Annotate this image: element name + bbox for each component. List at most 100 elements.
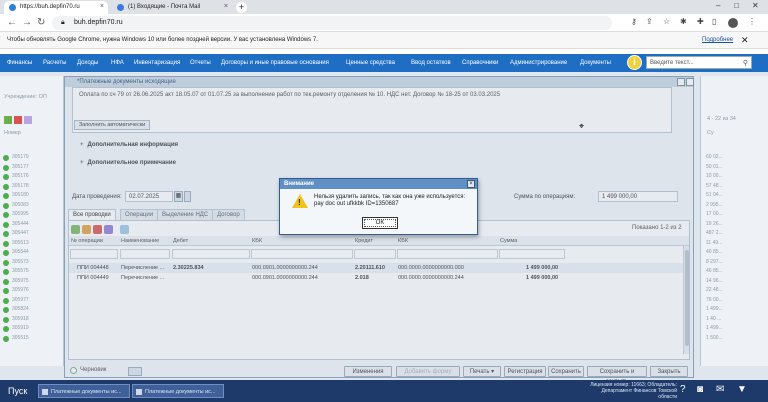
start-button[interactable]: Пуск xyxy=(2,382,34,400)
list-item[interactable]: 60 02... xyxy=(706,154,723,162)
list-item[interactable]: 76 00... xyxy=(706,297,723,305)
task-label: Платежные документы ис... xyxy=(51,389,122,395)
info-icon[interactable]: i xyxy=(627,55,642,70)
camera-icon[interactable]: ◙ xyxy=(697,384,703,395)
list-item[interactable]: 57 48... xyxy=(706,183,723,191)
window-icon xyxy=(42,389,48,395)
add-icon[interactable] xyxy=(4,116,12,124)
list-item[interactable]: 305178 xyxy=(3,183,61,191)
list-item[interactable]: 305575 xyxy=(3,268,61,276)
list-item[interactable]: 305177 xyxy=(3,164,61,172)
maximize-button[interactable]: □ xyxy=(734,1,739,10)
menu-item-income[interactable]: Доходы xyxy=(77,60,98,66)
list-item[interactable]: 487 2... xyxy=(706,230,723,238)
extension-icon[interactable]: ✱ xyxy=(680,17,687,26)
profile-avatar-icon[interactable] xyxy=(728,18,738,28)
menu-item-valuables[interactable]: Ценные средства xyxy=(346,60,395,66)
list-item[interactable]: 51 04... xyxy=(706,192,723,200)
list-item[interactable]: 305515 xyxy=(3,335,61,343)
menu-item-calc[interactable]: Расчеты xyxy=(43,60,66,66)
new-tab-button[interactable]: + xyxy=(236,2,247,13)
list-item[interactable]: 1 40 ... xyxy=(706,316,721,324)
alert-title: Внимание xyxy=(280,179,477,189)
star-icon[interactable]: ☆ xyxy=(663,17,670,26)
menu-kebab-icon[interactable]: ⋮ xyxy=(748,17,756,26)
close-tab-icon[interactable]: × xyxy=(100,3,104,10)
list-item[interactable]: 305918 xyxy=(3,316,61,324)
list-item[interactable]: 1 499... xyxy=(706,306,723,314)
list-item[interactable]: 305444 xyxy=(3,221,61,229)
close-tab-icon[interactable]: × xyxy=(224,3,228,10)
menu-item-reports[interactable]: Отчеты xyxy=(190,60,211,66)
menu-item-nfa[interactable]: НФА xyxy=(111,60,124,66)
warning-exclamation: ! xyxy=(298,198,301,207)
close-window-button[interactable]: ✕ xyxy=(752,1,759,10)
list-item[interactable]: 11 49... xyxy=(706,240,722,248)
list-item[interactable]: 46 85... xyxy=(706,268,723,276)
list-item[interactable]: 305975 xyxy=(3,278,61,286)
list-item[interactable]: 305919 xyxy=(3,325,61,333)
list-item[interactable]: 17 00... xyxy=(706,211,723,219)
status-check-icon xyxy=(3,183,9,190)
menu-item-contracts[interactable]: Договоры и иные правовые основания xyxy=(221,60,329,66)
taskbar-item[interactable]: Платежные документы ис... xyxy=(132,384,224,398)
menu-item-admin[interactable]: Администрирование xyxy=(510,60,567,66)
list-item[interactable]: 1 499... xyxy=(706,325,723,333)
list-item[interactable]: 305447 xyxy=(3,230,61,238)
status-check-icon xyxy=(3,250,9,256)
forward-icon[interactable]: → xyxy=(22,17,32,28)
list-item[interactable]: 305977 xyxy=(3,297,61,305)
alert-close-icon[interactable]: × xyxy=(467,180,475,188)
list-item[interactable]: 14 96... xyxy=(706,278,723,286)
browser-tab-mail[interactable]: (1) Входящие - Почта Mail × xyxy=(112,1,232,14)
reload-icon[interactable]: ↻ xyxy=(37,17,45,28)
list-item[interactable]: 50 01... xyxy=(706,164,723,172)
list-item[interactable]: 305176 xyxy=(3,173,61,181)
copy-icon[interactable] xyxy=(24,116,32,124)
list-item[interactable]: 8 297... xyxy=(706,259,723,267)
list-item[interactable]: 305995 xyxy=(3,211,61,219)
search-icon[interactable]: ⚲ xyxy=(743,59,748,67)
delete-icon[interactable] xyxy=(14,116,22,124)
mail-favicon-icon xyxy=(117,4,124,11)
address-bar[interactable]: 🔒︎ buh.depfin70.ru xyxy=(52,16,612,30)
list-item[interactable]: 305976 xyxy=(3,287,61,295)
menu-search-input[interactable]: Введите текст... ⚲ xyxy=(646,56,752,69)
tab-label: https://buh.depfin70.ru xyxy=(20,4,80,10)
share-icon[interactable]: ⇪ xyxy=(646,17,653,26)
list-item[interactable]: 305083 xyxy=(3,202,61,210)
sidepanel-icon[interactable]: ▯ xyxy=(712,17,716,26)
more-info-link[interactable]: Подробнее xyxy=(702,37,733,43)
list-item[interactable]: 22 48... xyxy=(706,287,723,295)
status-check-icon xyxy=(3,307,9,313)
status-check-icon xyxy=(3,193,9,199)
menu-item-references[interactable]: Справочники xyxy=(462,60,498,66)
list-item[interactable]: 1 500... xyxy=(706,335,723,343)
taskbar-item[interactable]: Платежные документы ис... xyxy=(38,384,130,398)
menu-item-inventory[interactable]: Инвентаризация xyxy=(134,60,180,66)
close-infobar-icon[interactable]: ✕ xyxy=(741,35,749,46)
key-icon[interactable]: ⚷ xyxy=(631,17,637,26)
ok-button[interactable]: OK xyxy=(362,217,398,229)
mail-icon[interactable]: ✉ xyxy=(716,384,724,395)
back-icon[interactable]: ← xyxy=(7,17,17,28)
minimize-button[interactable]: – xyxy=(716,1,720,10)
collapse-icon[interactable]: ▼ xyxy=(737,384,747,395)
status-check-icon xyxy=(3,164,9,171)
list-item[interactable]: 305513 xyxy=(3,240,61,248)
help-icon[interactable]: ? xyxy=(680,384,686,395)
menu-item-finance[interactable]: Финансы xyxy=(7,60,32,66)
list-item[interactable]: 305544 xyxy=(3,249,61,257)
list-item[interactable]: 305573 xyxy=(3,259,61,267)
list-item[interactable]: 305824 xyxy=(3,306,61,314)
list-item[interactable]: 19 26... xyxy=(706,221,723,229)
list-item[interactable]: 10 00... xyxy=(706,173,723,181)
list-item[interactable]: 305180 xyxy=(3,192,61,200)
list-item[interactable]: 2 995... xyxy=(706,202,723,210)
list-item[interactable]: 305179 xyxy=(3,154,61,162)
browser-tab-buh[interactable]: https://buh.depfin70.ru × xyxy=(4,1,108,14)
menu-item-balances[interactable]: Ввод остатков xyxy=(411,60,451,66)
puzzle-icon[interactable]: ✚ xyxy=(697,17,704,26)
menu-item-documents[interactable]: Документы xyxy=(580,60,611,66)
list-item[interactable]: 40 85... xyxy=(706,249,723,257)
